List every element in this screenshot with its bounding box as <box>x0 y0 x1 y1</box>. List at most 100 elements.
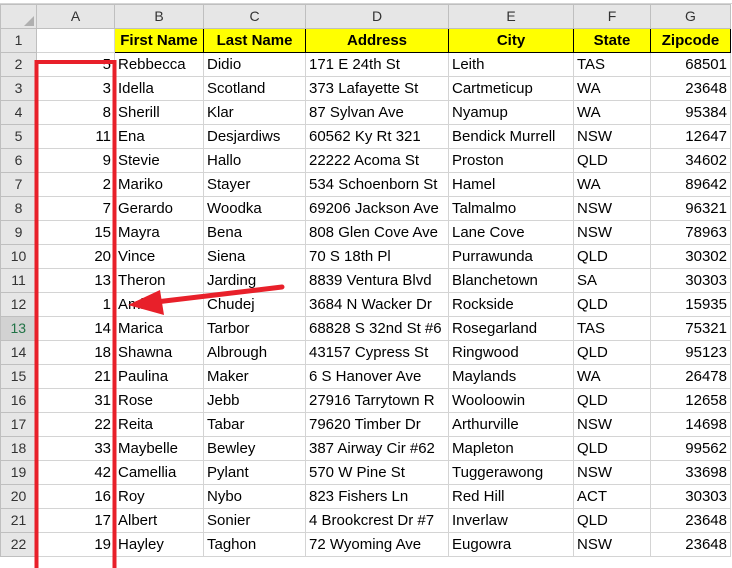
row-heading[interactable]: 17 <box>0 412 37 437</box>
cell-address[interactable]: 27916 Tarrytown R <box>305 388 449 413</box>
cell-col-a[interactable]: 11 <box>36 124 115 149</box>
cell-address[interactable]: 70 S 18th Pl <box>305 244 449 269</box>
row-heading[interactable]: 11 <box>0 268 37 293</box>
row-heading[interactable]: 7 <box>0 172 37 197</box>
cell-zipcode[interactable]: 12658 <box>650 388 731 413</box>
select-all-button[interactable] <box>0 4 37 29</box>
cell-city[interactable]: Ringwood <box>448 340 574 365</box>
header-state[interactable]: State <box>573 28 651 53</box>
cell-address[interactable]: 808 Glen Cove Ave <box>305 220 449 245</box>
cell-col-a[interactable]: 5 <box>36 52 115 77</box>
cell-last-name[interactable]: Albrough <box>203 340 306 365</box>
cell-state[interactable]: NSW <box>573 220 651 245</box>
cell-zipcode[interactable]: 95123 <box>650 340 731 365</box>
cell-zipcode[interactable]: 96321 <box>650 196 731 221</box>
cell-city[interactable]: Mapleton <box>448 436 574 461</box>
cell-city[interactable]: Talmalmo <box>448 196 574 221</box>
cell-city[interactable]: Rockside <box>448 292 574 317</box>
cell-last-name[interactable]: Siena <box>203 244 306 269</box>
cell-last-name[interactable]: Tarbor <box>203 316 306 341</box>
cell-address[interactable]: 43157 Cypress St <box>305 340 449 365</box>
cell-state[interactable]: QLD <box>573 340 651 365</box>
cell-zipcode[interactable]: 68501 <box>650 52 731 77</box>
cell-address[interactable]: 79620 Timber Dr <box>305 412 449 437</box>
cell-col-a[interactable]: 13 <box>36 268 115 293</box>
cell-col-a[interactable]: 3 <box>36 76 115 101</box>
cell-city[interactable]: Eugowra <box>448 532 574 557</box>
cell-city[interactable]: Arthurville <box>448 412 574 437</box>
cell-state[interactable]: ACT <box>573 484 651 509</box>
header-last-name[interactable]: Last Name <box>203 28 306 53</box>
row-heading[interactable]: 3 <box>0 76 37 101</box>
cell-state[interactable]: WA <box>573 76 651 101</box>
cell-zipcode[interactable]: 23648 <box>650 508 731 533</box>
cell-first-name[interactable]: Vince <box>114 244 204 269</box>
cell-col-a[interactable]: 18 <box>36 340 115 365</box>
header-city[interactable]: City <box>448 28 574 53</box>
cell-address[interactable]: 171 E 24th St <box>305 52 449 77</box>
row-heading[interactable]: 10 <box>0 244 37 269</box>
header-address[interactable]: Address <box>305 28 449 53</box>
row-heading[interactable]: 8 <box>0 196 37 221</box>
cell-address[interactable]: 6 S Hanover Ave <box>305 364 449 389</box>
cell-state[interactable]: WA <box>573 100 651 125</box>
column-heading-a[interactable]: A <box>36 4 115 29</box>
header-zipcode[interactable]: Zipcode <box>650 28 731 53</box>
cell-address[interactable]: 22222 Acoma St <box>305 148 449 173</box>
row-heading[interactable]: 14 <box>0 340 37 365</box>
row-heading[interactable]: 5 <box>0 124 37 149</box>
cell-first-name[interactable]: Marica <box>114 316 204 341</box>
cell-city[interactable]: Red Hill <box>448 484 574 509</box>
cell-last-name[interactable]: Jarding <box>203 268 306 293</box>
cell-first-name[interactable]: Rebbecca <box>114 52 204 77</box>
cell-city[interactable]: Maylands <box>448 364 574 389</box>
cell-a1[interactable] <box>36 28 115 53</box>
cell-zipcode[interactable]: 14698 <box>650 412 731 437</box>
column-heading-b[interactable]: B <box>114 4 204 29</box>
cell-zipcode[interactable]: 26478 <box>650 364 731 389</box>
cell-city[interactable]: Blanchetown <box>448 268 574 293</box>
cell-city[interactable]: Bendick Murrell <box>448 124 574 149</box>
cell-col-a[interactable]: 21 <box>36 364 115 389</box>
cell-state[interactable]: TAS <box>573 316 651 341</box>
cell-city[interactable]: Tuggerawong <box>448 460 574 485</box>
cell-first-name[interactable]: Maybelle <box>114 436 204 461</box>
cell-col-a[interactable]: 7 <box>36 196 115 221</box>
row-heading[interactable]: 2 <box>0 52 37 77</box>
cell-city[interactable]: Cartmeticup <box>448 76 574 101</box>
cell-col-a[interactable]: 16 <box>36 484 115 509</box>
cell-state[interactable]: SA <box>573 268 651 293</box>
cell-first-name[interactable]: Shawna <box>114 340 204 365</box>
cell-zipcode[interactable]: 30303 <box>650 268 731 293</box>
row-heading[interactable]: 21 <box>0 508 37 533</box>
cell-first-name[interactable]: Theron <box>114 268 204 293</box>
cell-col-a[interactable]: 14 <box>36 316 115 341</box>
cell-first-name[interactable]: Camellia <box>114 460 204 485</box>
cell-state[interactable]: NSW <box>573 124 651 149</box>
cell-last-name[interactable]: Maker <box>203 364 306 389</box>
cell-zipcode[interactable]: 12647 <box>650 124 731 149</box>
cell-last-name[interactable]: Tabar <box>203 412 306 437</box>
cell-zipcode[interactable]: 99562 <box>650 436 731 461</box>
row-heading[interactable]: 1 <box>0 28 37 53</box>
cell-col-a[interactable]: 33 <box>36 436 115 461</box>
cell-first-name[interactable]: Rose <box>114 388 204 413</box>
row-heading[interactable]: 15 <box>0 364 37 389</box>
cell-zipcode[interactable]: 30302 <box>650 244 731 269</box>
cell-col-a[interactable]: 15 <box>36 220 115 245</box>
column-heading-c[interactable]: C <box>203 4 306 29</box>
cell-address[interactable]: 72 Wyoming Ave <box>305 532 449 557</box>
row-heading[interactable]: 4 <box>0 100 37 125</box>
cell-first-name[interactable]: Idella <box>114 76 204 101</box>
cell-zipcode[interactable]: 30303 <box>650 484 731 509</box>
cell-state[interactable]: NSW <box>573 196 651 221</box>
row-heading[interactable]: 6 <box>0 148 37 173</box>
cell-last-name[interactable]: Nybo <box>203 484 306 509</box>
cell-first-name[interactable]: Gerardo <box>114 196 204 221</box>
cell-col-a[interactable]: 2 <box>36 172 115 197</box>
cell-col-a[interactable]: 9 <box>36 148 115 173</box>
cell-state[interactable]: QLD <box>573 148 651 173</box>
cell-last-name[interactable]: Klar <box>203 100 306 125</box>
cell-col-a[interactable]: 1 <box>36 292 115 317</box>
cell-last-name[interactable]: Jebb <box>203 388 306 413</box>
